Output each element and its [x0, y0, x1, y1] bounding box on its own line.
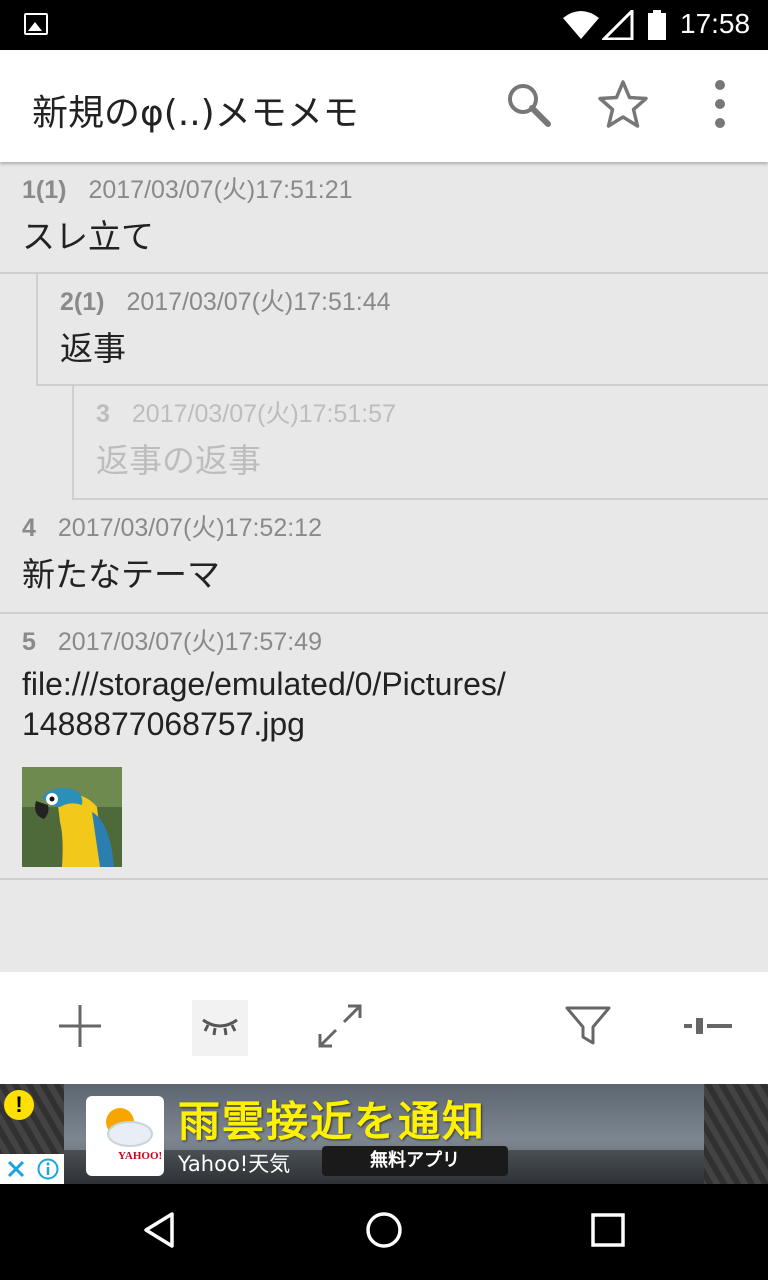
post-item[interactable]: 2(1) 2017/03/07(火)17:51:44 返事	[36, 274, 768, 386]
ad-banner[interactable]: YAHOO! 雨雲接近を通知 Yahoo!天気 無料アプリ !	[0, 1084, 768, 1184]
page-title: 新規のφ(..)メモメモ	[32, 93, 359, 134]
post-meta: 4 2017/03/07(火)17:52:12	[22, 508, 322, 544]
collapse-icon	[682, 1016, 734, 1040]
post-number: 3	[96, 400, 110, 428]
ad-info-icon[interactable]	[32, 1154, 64, 1184]
status-time: 17:58	[680, 8, 751, 39]
post-number: 2(1)	[60, 288, 105, 316]
post-item[interactable]: 1(1) 2017/03/07(火)17:51:21 スレ立て	[0, 162, 768, 274]
post-body: 新たなテーマ	[22, 555, 220, 594]
post-url-line: file:///storage/emulated/0/Pictures/	[22, 666, 506, 702]
search-icon	[504, 80, 552, 132]
ad-creative[interactable]: YAHOO! 雨雲接近を通知 Yahoo!天気 無料アプリ	[64, 1084, 704, 1184]
post-number: 1(1)	[22, 176, 67, 204]
post-timestamp: 2017/03/07(火)17:51:21	[88, 176, 353, 204]
post-item[interactable]: 4 2017/03/07(火)17:52:12 新たなテーマ	[0, 500, 768, 614]
ad-subtitle: Yahoo!天気	[178, 1152, 291, 1176]
expand-button[interactable]	[312, 1000, 368, 1056]
star-icon	[597, 79, 649, 133]
post-body: 返事	[60, 329, 126, 368]
ad-close-icon[interactable]	[0, 1154, 32, 1184]
filter-button[interactable]	[560, 1000, 616, 1056]
ad-warning-badge: !	[4, 1090, 34, 1120]
battery-icon	[648, 10, 666, 40]
yahoo-logo-text: YAHOO!	[118, 1150, 163, 1162]
search-button[interactable]	[502, 80, 554, 132]
hide-button[interactable]	[192, 1000, 248, 1056]
post-meta: 2(1) 2017/03/07(火)17:51:44	[60, 282, 391, 318]
post-meta: 3 2017/03/07(火)17:51:57	[96, 394, 396, 430]
home-icon	[364, 1210, 404, 1254]
wifi-icon	[562, 10, 600, 44]
bottom-toolbar	[0, 972, 768, 1084]
post-body: 返事の返事	[96, 441, 261, 480]
post-body: file:///storage/emulated/0/Pictures/ 148…	[22, 664, 506, 744]
post-timestamp: 2017/03/07(火)17:51:57	[131, 400, 396, 428]
overflow-menu-button[interactable]	[694, 80, 746, 132]
recents-button[interactable]	[584, 1208, 632, 1256]
collapse-button[interactable]	[680, 1000, 736, 1056]
recents-icon	[590, 1212, 626, 1252]
system-nav-bar	[0, 1184, 768, 1280]
post-timestamp: 2017/03/07(火)17:51:44	[126, 288, 391, 316]
image-notification-icon	[24, 13, 48, 35]
yahoo-weather-logo: YAHOO!	[86, 1096, 164, 1176]
thread-list: 1(1) 2017/03/07(火)17:51:21 スレ立て 2(1) 2017/…	[0, 162, 768, 972]
ad-headline: 雨雲接近を通知	[178, 1097, 487, 1146]
overflow-menu-icon	[714, 79, 726, 133]
post-timestamp: 2017/03/07(火)17:52:12	[57, 514, 322, 542]
filter-icon	[565, 1005, 611, 1051]
ad-cta-button[interactable]: 無料アプリ	[322, 1146, 508, 1176]
post-body: スレ立て	[22, 217, 154, 256]
hide-eye-icon	[200, 1014, 240, 1042]
add-icon	[57, 1003, 103, 1053]
expand-icon	[316, 1002, 364, 1054]
parrot-thumbnail[interactable]	[22, 767, 122, 867]
post-item[interactable]: 3 2017/03/07(火)17:51:57 返事の返事	[72, 386, 768, 500]
post-meta: 1(1) 2017/03/07(火)17:51:21	[22, 170, 353, 206]
add-button[interactable]	[52, 1000, 108, 1056]
post-timestamp: 2017/03/07(火)17:57:49	[57, 628, 322, 656]
favorite-button[interactable]	[597, 80, 649, 132]
post-number: 4	[22, 514, 36, 542]
home-button[interactable]	[360, 1208, 408, 1256]
status-bar: 17:58	[0, 0, 768, 50]
post-number: 5	[22, 628, 36, 656]
signal-icon	[600, 7, 634, 44]
post-item[interactable]: 5 2017/03/07(火)17:57:49 file:///storage/e…	[0, 614, 768, 880]
app-bar: 新規のφ(..)メモメモ	[0, 50, 768, 162]
ad-controls	[0, 1154, 64, 1184]
back-icon	[140, 1210, 180, 1254]
back-button[interactable]	[136, 1208, 184, 1256]
post-meta: 5 2017/03/07(火)17:57:49	[22, 622, 322, 658]
post-url-line: 1488877068757.jpg	[22, 706, 305, 742]
